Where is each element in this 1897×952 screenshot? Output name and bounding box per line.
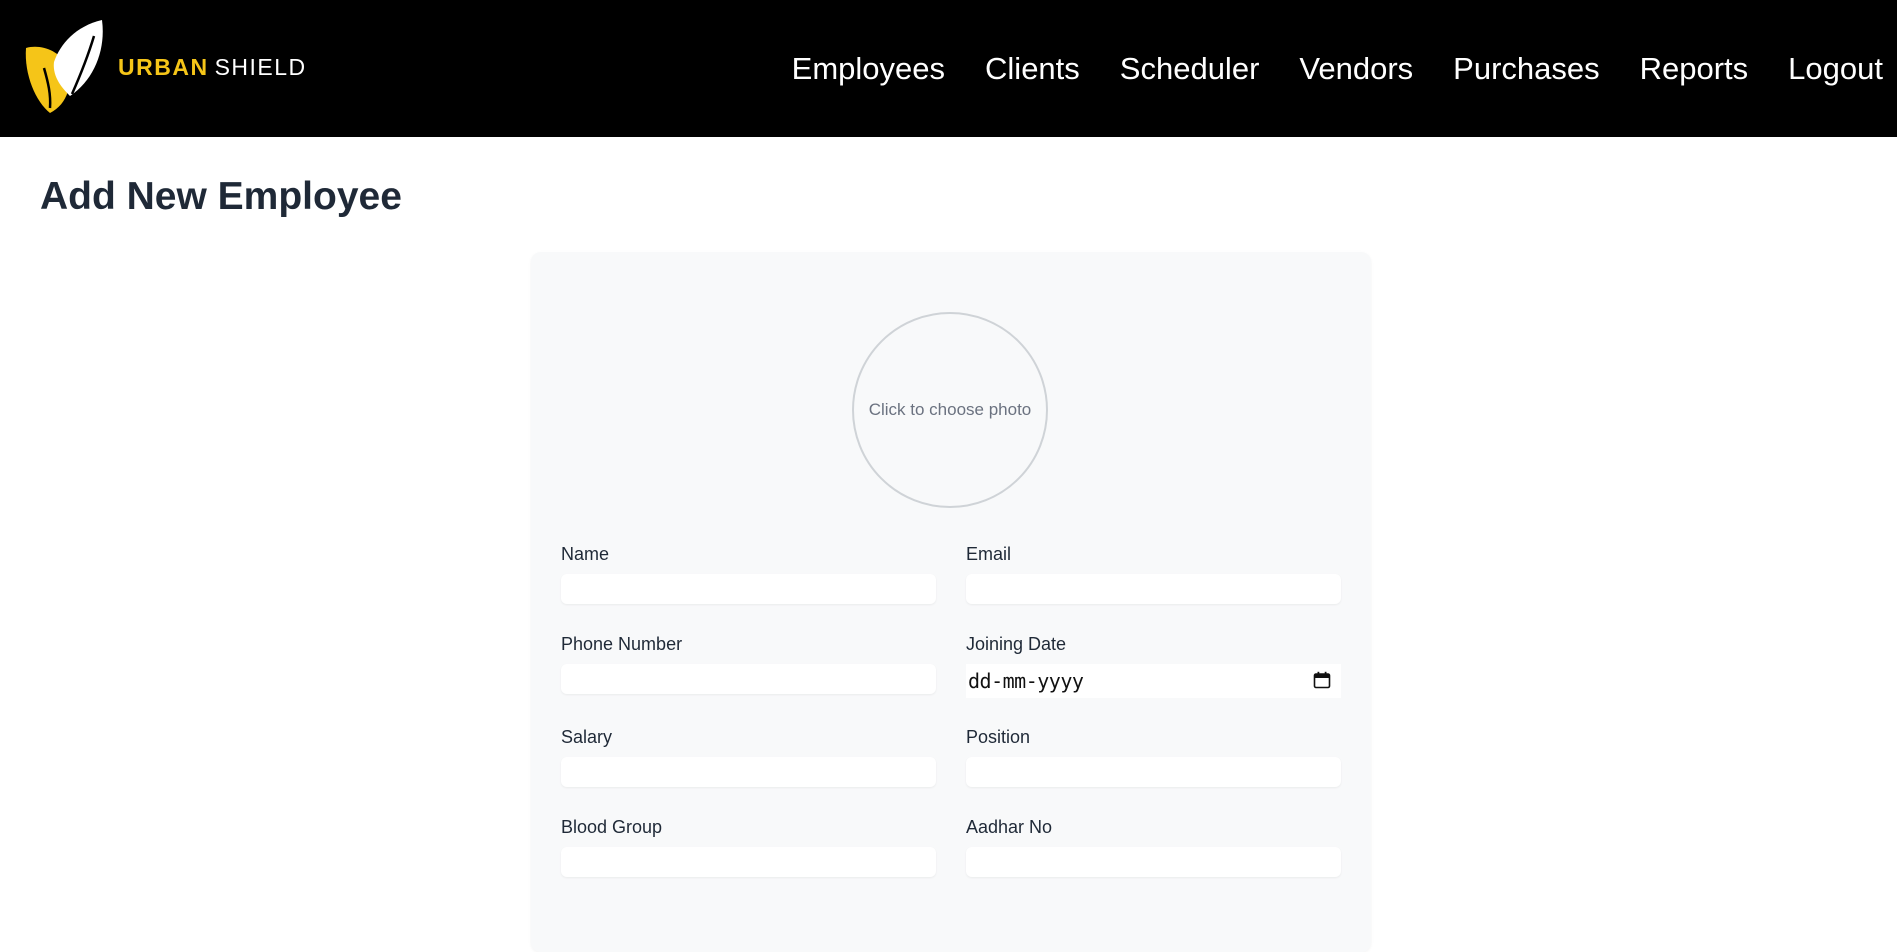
page-title: Add New Employee bbox=[40, 175, 402, 218]
position-label: Position bbox=[966, 727, 1031, 747]
blood-group-field: Blood Group bbox=[561, 817, 936, 877]
salary-field: Salary bbox=[561, 727, 936, 787]
brand-word-shield: SHIELD bbox=[214, 53, 307, 80]
nav-scheduler[interactable]: Scheduler bbox=[1120, 51, 1260, 87]
brand-logo[interactable]: URBAN SHIELD bbox=[24, 20, 307, 114]
joining-date-placeholder: dd-mm-yyyy bbox=[968, 669, 1084, 693]
employee-form: Click to choose photo Name Email Phone N… bbox=[531, 252, 1371, 952]
top-navbar: URBAN SHIELD Employees Clients Scheduler … bbox=[0, 0, 1897, 137]
email-input[interactable] bbox=[966, 574, 1341, 604]
brand-word-urban: URBAN bbox=[118, 53, 209, 80]
calendar-icon[interactable] bbox=[1313, 671, 1331, 689]
aadhar-input[interactable] bbox=[966, 847, 1341, 877]
salary-label: Salary bbox=[561, 727, 613, 747]
blood-group-input[interactable] bbox=[561, 847, 936, 877]
nav-logout[interactable]: Logout bbox=[1788, 51, 1883, 87]
main-nav: Employees Clients Scheduler Vendors Purc… bbox=[752, 0, 1883, 137]
name-field: Name bbox=[561, 544, 936, 604]
aadhar-field: Aadhar No bbox=[966, 817, 1341, 877]
position-field: Position bbox=[966, 727, 1341, 787]
blood-group-label: Blood Group bbox=[561, 817, 663, 837]
salary-input[interactable] bbox=[561, 757, 936, 787]
brand-name: URBAN SHIELD bbox=[118, 54, 307, 81]
email-label: Email bbox=[966, 544, 1012, 564]
name-label: Name bbox=[561, 544, 610, 564]
nav-vendors[interactable]: Vendors bbox=[1299, 51, 1413, 87]
joining-date-field: Joining Date dd-mm-yyyy bbox=[966, 634, 1341, 698]
phone-label: Phone Number bbox=[561, 634, 683, 654]
phone-input[interactable] bbox=[561, 664, 936, 694]
name-input[interactable] bbox=[561, 574, 936, 604]
nav-employees[interactable]: Employees bbox=[792, 51, 945, 87]
nav-purchases[interactable]: Purchases bbox=[1453, 51, 1599, 87]
leaf-logo-icon bbox=[25, 20, 103, 113]
position-input[interactable] bbox=[966, 757, 1341, 787]
photo-upload[interactable]: Click to choose photo bbox=[852, 312, 1048, 508]
aadhar-label: Aadhar No bbox=[966, 817, 1053, 837]
email-field: Email bbox=[966, 544, 1341, 604]
nav-reports[interactable]: Reports bbox=[1640, 51, 1749, 87]
joining-date-label: Joining Date bbox=[966, 634, 1067, 654]
joining-date-input[interactable]: dd-mm-yyyy bbox=[966, 664, 1341, 698]
photo-upload-label: Click to choose photo bbox=[868, 400, 1032, 419]
phone-field: Phone Number bbox=[561, 634, 936, 694]
nav-clients[interactable]: Clients bbox=[985, 51, 1080, 87]
